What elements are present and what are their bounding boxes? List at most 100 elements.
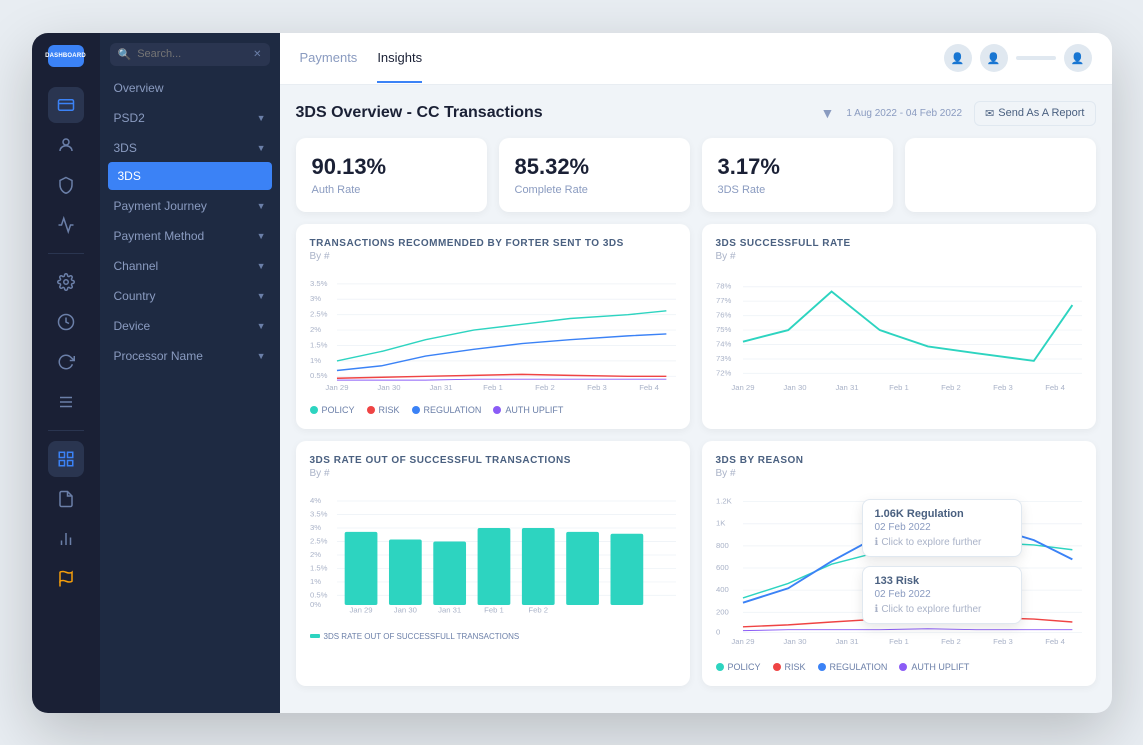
date-range: 1 Aug 2022 - 04 Feb 2022 [846,108,962,119]
nav-item-processor-name[interactable]: Processor Name ▼ [100,342,280,370]
legend-3ds-rate-dot [310,634,320,638]
chart-3ds-rate-successful: 3DS RATE OUT OF SUCCESSFUL TRANSACTIONS … [296,441,690,686]
svg-text:76%: 76% [716,310,732,319]
sidebar-icon-shield[interactable] [48,167,84,203]
svg-text:0.5%: 0.5% [310,590,328,599]
svg-text:Jan 31: Jan 31 [429,382,452,391]
sidebar: DASHBOARD [32,33,100,713]
nav-search-icon: 🔍 [118,48,132,61]
svg-text:3%: 3% [310,522,321,531]
country-chevron: ▼ [257,291,266,301]
sidebar-icon-flag[interactable] [48,561,84,597]
nav-item-channel[interactable]: Channel ▼ [100,252,280,280]
avatar-3: 👤 [1064,44,1092,72]
nav-item-payment-method[interactable]: Payment Method ▼ [100,222,280,250]
filter-icon[interactable]: ▼ [821,105,835,121]
sidebar-icon-settings[interactable] [48,264,84,300]
sidebar-icon-clock[interactable] [48,304,84,340]
metric-complete-value: 85.32% [515,154,674,180]
3ds-chevron: ▼ [257,143,266,153]
nav-item-3ds[interactable]: 3DS ▼ [100,134,280,162]
sidebar-icon-sliders[interactable] [48,384,84,420]
svg-text:1%: 1% [310,355,321,364]
metric-3ds-label: 3DS Rate [718,184,877,196]
dashboard-header: 3DS Overview - CC Transactions ▼ 1 Aug 2… [296,101,1096,126]
legend-auth-uplift-dot [493,406,501,414]
svg-text:Jan 30: Jan 30 [783,637,806,646]
sidebar-icon-dashboard[interactable] [48,441,84,477]
nav-search-clear[interactable]: ✕ [253,49,261,60]
svg-text:Jan 31: Jan 31 [835,382,858,391]
svg-text:Jan 29: Jan 29 [325,382,348,391]
svg-text:Feb 3: Feb 3 [993,637,1013,646]
chart1-subtitle: By # [310,251,676,262]
sidebar-icon-chart[interactable] [48,207,84,243]
metric-auth-label: Auth Rate [312,184,471,196]
svg-text:Feb 1: Feb 1 [889,382,909,391]
sidebar-icon-refresh[interactable] [48,344,84,380]
svg-text:Jan 30: Jan 30 [377,382,400,391]
sidebar-icon-payments[interactable] [48,87,84,123]
tab-insights[interactable]: Insights [377,34,422,83]
chart-3ds-success-rate: 3DS SUCCESSFULL RATE By # 78% 77% 76% 75… [702,224,1096,429]
legend-policy: POLICY [310,405,355,415]
chart3-legend: 3DS RATE OUT OF SUCCESSFULL TRANSACTIONS [310,632,676,641]
chart1-title: TRANSACTIONS RECOMMENDED BY FORTER SENT … [310,238,676,249]
nav-item-3ds-active[interactable]: 3DS [108,162,272,190]
sidebar-icon-doc[interactable] [48,481,84,517]
send-report-button[interactable]: ✉ Send As A Report [974,101,1095,126]
legend-3ds-rate: 3DS RATE OUT OF SUCCESSFULL TRANSACTIONS [310,632,520,641]
svg-text:2%: 2% [310,549,321,558]
nav-group-payment-method: Payment Method ▼ [100,222,280,250]
nav-group-country: Country ▼ [100,282,280,310]
payment-method-chevron: ▼ [257,231,266,241]
svg-text:Feb 3: Feb 3 [587,382,607,391]
topbar-right: 👤 👤 👤 [944,44,1092,72]
svg-text:Jan 31: Jan 31 [438,605,461,614]
nav-item-payment-journey[interactable]: Payment Journey ▼ [100,192,280,220]
svg-text:3.5%: 3.5% [310,278,328,287]
svg-text:Feb 2: Feb 2 [941,637,961,646]
legend4-regulation-dot [818,663,826,671]
svg-text:4%: 4% [310,495,321,504]
chart2-subtitle: By # [716,251,1082,262]
payment-journey-chevron: ▼ [257,201,266,211]
nav-group-channel: Channel ▼ [100,252,280,280]
chart2-area: 78% 77% 76% 75% 74% 73% 72% [716,272,1082,397]
svg-text:Jan 29: Jan 29 [731,637,754,646]
nav-group-overview: Overview [100,74,280,102]
nav-search-container: 🔍 ✕ [110,43,270,66]
svg-text:Feb 4: Feb 4 [1045,382,1065,391]
sidebar-icon-analytics[interactable] [48,521,84,557]
processor-chevron: ▼ [257,351,266,361]
svg-text:Feb 2: Feb 2 [528,605,548,614]
svg-text:Jan 29: Jan 29 [731,382,754,391]
legend-regulation-dot [412,406,420,414]
legend4-auth-uplift-dot [899,663,907,671]
psd2-chevron: ▼ [257,113,266,123]
svg-text:200: 200 [716,607,729,616]
svg-text:1%: 1% [310,576,321,585]
legend-risk-dot [367,406,375,414]
avatar-1: 👤 [944,44,972,72]
chart4-risk-dot [924,613,932,621]
sidebar-divider-1 [48,253,84,254]
nav-item-device[interactable]: Device ▼ [100,312,280,340]
chart3-subtitle: By # [310,468,676,479]
legend4-regulation: REGULATION [818,662,888,672]
chart4-legend: POLICY RISK REGULATION AUTH UPLIFT [716,662,1082,672]
nav-item-overview[interactable]: Overview [100,74,280,102]
chart4-subtitle: By # [716,468,1082,479]
chart4-regulation-dot [924,515,932,523]
tab-payments[interactable]: Payments [300,34,358,83]
nav-item-psd2[interactable]: PSD2 ▼ [100,104,280,132]
legend4-auth-uplift: AUTH UPLIFT [899,662,969,672]
charts-row-2: 3DS RATE OUT OF SUCCESSFUL TRANSACTIONS … [296,441,1096,686]
nav-item-country[interactable]: Country ▼ [100,282,280,310]
nav-search-input[interactable] [137,48,247,60]
metric-complete-label: Complete Rate [515,184,674,196]
bar-5 [521,527,554,604]
topbar: Payments Insights 👤 👤 👤 [280,33,1112,85]
sidebar-icon-users[interactable] [48,127,84,163]
nav-group-payment-journey: Payment Journey ▼ [100,192,280,220]
